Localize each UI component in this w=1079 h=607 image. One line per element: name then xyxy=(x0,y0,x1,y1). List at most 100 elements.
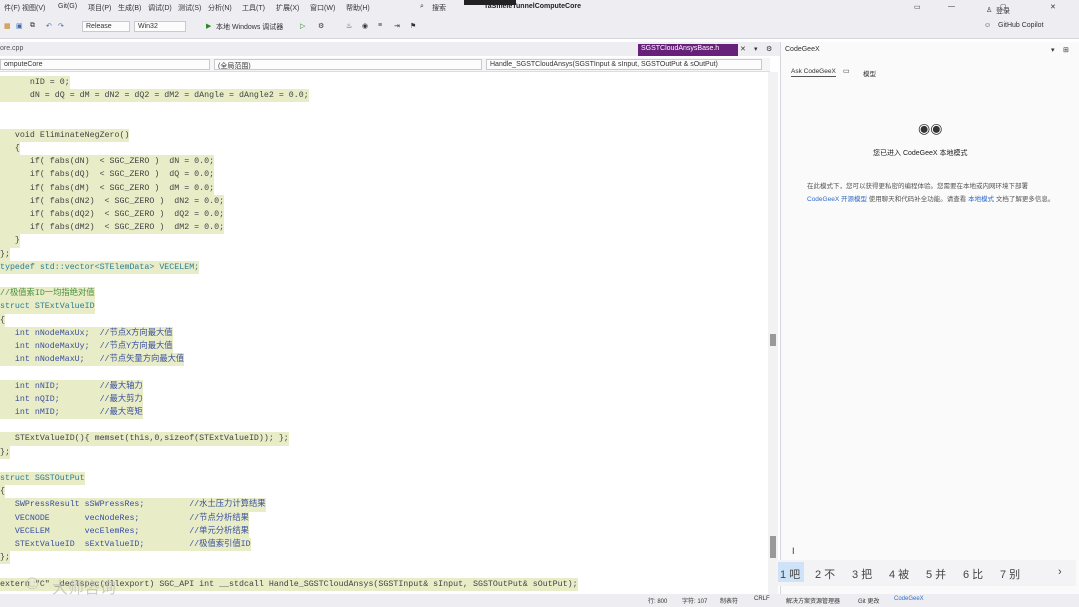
ime-candidate-1[interactable]: 1 吧 xyxy=(780,566,800,582)
description-text-1: 在此模式下，您可以获得更私密的编程体验。您需要在本地或内网环境下部署 xyxy=(807,183,1028,190)
tab-active[interactable]: SGSTCloudAnsysBase.h xyxy=(638,44,738,56)
code-line: }; xyxy=(0,247,10,261)
code-line: void EliminateNegZero() xyxy=(0,128,130,142)
code-line: STExtValueID(){ memset(this,0,sizeof(STE… xyxy=(0,432,289,446)
ime-candidate-6[interactable]: 6 比 xyxy=(963,566,983,582)
menu-debug[interactable]: 调试(D) xyxy=(148,3,172,13)
panel-menu-icon[interactable]: ▾ xyxy=(1051,46,1055,54)
window-ctrl-icon[interactable]: ▭ xyxy=(914,3,921,11)
codegeex-tab[interactable]: CodeGeeX xyxy=(894,596,924,602)
run-button[interactable]: 本地 Windows 调试器 xyxy=(216,22,283,32)
menu-file[interactable]: 件(F) xyxy=(4,3,20,13)
search-icon[interactable]: ⌕ xyxy=(420,3,424,11)
scroll-thumb[interactable] xyxy=(770,536,776,558)
code-line: int nMID; //最大弯矩 xyxy=(0,406,143,420)
config-select[interactable]: Release xyxy=(82,21,130,32)
code-line: VECNODE vecNodeRes; //节点分析结果 xyxy=(0,511,249,525)
ime-candidate-2[interactable]: 2 不 xyxy=(815,566,835,582)
login-button[interactable]: 登录 xyxy=(996,6,1010,16)
menu-tools[interactable]: 工具(T) xyxy=(242,3,265,13)
code-line: struct STExtValueID xyxy=(0,300,95,314)
save-all-icon[interactable]: ⧉ xyxy=(30,22,35,30)
ime-next-icon[interactable]: › xyxy=(1058,566,1062,578)
tool-icon[interactable]: ⚙ xyxy=(318,22,324,30)
local-mode-heading: 您已进入 CodeGeeX 本地模式 xyxy=(873,150,968,157)
user-icon[interactable]: ♙ xyxy=(986,6,992,14)
minimize-icon[interactable]: — xyxy=(948,3,955,10)
pin-icon[interactable]: ⊞ xyxy=(1063,46,1069,54)
ime-candidate-5[interactable]: 5 并 xyxy=(926,566,946,582)
code-line: typedef std::vector<STElemData> VECELEM; xyxy=(0,260,200,274)
play-icon[interactable]: ▶ xyxy=(206,22,211,30)
status-bar-right: 解决方案资源管理器 Git 更改 CodeGeeX xyxy=(780,594,1079,607)
tab-active-label: SGSTCloudAnsysBase.h xyxy=(641,45,720,52)
tab-ore-cpp[interactable]: ore.cpp xyxy=(0,45,23,52)
menu-help[interactable]: 帮助(H) xyxy=(346,3,370,13)
menu-test[interactable]: 测试(S) xyxy=(178,3,201,13)
new-chat-icon[interactable]: ▭ xyxy=(843,67,850,75)
status-eol[interactable]: CRLF xyxy=(754,596,770,602)
run-nodebug-icon[interactable]: ▷ xyxy=(300,22,305,30)
watermark: 大师咨询 xyxy=(52,580,117,597)
menu-analyze[interactable]: 分析(N) xyxy=(208,3,232,13)
ime-candidate-3[interactable]: 3 把 xyxy=(852,566,872,582)
toolbar: ▦ ▣ ⧉ ↶ ↷ Release Win32 ▶ 本地 Windows 调试器… xyxy=(0,7,1079,39)
folder-icon[interactable]: ▦ xyxy=(4,22,11,30)
git-changes-tab[interactable]: Git 更改 xyxy=(858,596,879,605)
document-tabs: ore.cpp SGSTCloudAnsysBase.h ✕ ▾ ⚙ xyxy=(0,42,780,56)
menu-git[interactable]: Git(G) xyxy=(58,3,77,10)
local-mode-link[interactable]: 本地模式 xyxy=(968,196,994,203)
undo-icon[interactable]: ↶ xyxy=(46,22,52,30)
menu-build[interactable]: 生成(B) xyxy=(118,3,141,13)
close-icon[interactable]: ✕ xyxy=(1050,3,1056,11)
tab-ask-codegeex[interactable]: Ask CodeGeeX xyxy=(791,68,836,77)
code-editor[interactable]: nID = 0; dN = dQ = dM = dN2 = dQ2 = dM2 … xyxy=(0,72,768,594)
menu-view[interactable]: 视图(V) xyxy=(22,3,45,13)
code-line: int nNodeMaxUx; //节点X方向最大值 xyxy=(0,326,173,340)
code-line: }; xyxy=(0,551,10,565)
flame-icon[interactable]: ♨ xyxy=(346,22,352,30)
redo-icon[interactable]: ↷ xyxy=(58,22,64,30)
code-line: dN = dQ = dM = dN2 = dQ2 = dM2 = dAngle … xyxy=(0,89,309,103)
comment-icon[interactable]: ≡ xyxy=(378,22,382,29)
gear-icon[interactable]: ⚙ xyxy=(766,45,772,53)
solution-explorer-tab[interactable]: 解决方案资源管理器 xyxy=(786,596,840,605)
member-dropdown[interactable]: Handle_SGSTCloudAnsys(SGSTInput & sInput… xyxy=(486,59,762,70)
copilot-button[interactable]: GitHub Copilot xyxy=(998,22,1044,29)
code-line: { xyxy=(0,142,20,156)
codegeex-logo-icon: ◉◉ xyxy=(918,120,943,136)
status-char[interactable]: 字符: 107 xyxy=(682,596,707,605)
code-line: SWPressResult sSWPressRes; //水土压力计算结果 xyxy=(0,498,266,512)
tab-close-icon[interactable]: ✕ xyxy=(740,45,746,53)
tab-model[interactable]: 模型 xyxy=(863,68,876,78)
code-line: //极值索ID一均指绝对值 xyxy=(0,287,95,301)
status-line[interactable]: 行: 800 xyxy=(648,596,667,605)
code-line: VECELEM vecElemRes; //单元分析结果 xyxy=(0,524,249,538)
code-line: if( fabs(dM2) < SGC_ZERO ) dM2 = 0.0; xyxy=(0,221,225,235)
open-source-model-link[interactable]: CodeGeeX 开源模型 xyxy=(807,196,867,203)
save-icon[interactable]: ▣ xyxy=(16,22,23,30)
tab-list-icon[interactable]: ▾ xyxy=(754,45,758,53)
status-bar: 行: 800 字符: 107 制表符 CRLF xyxy=(0,594,780,607)
code-line: int nNodeMaxU; //节点矢量方向最大值 xyxy=(0,353,185,367)
scope-dropdown[interactable]: (全局范围) xyxy=(214,59,482,70)
code-line: if( fabs(dM) < SGC_ZERO ) dM = 0.0; xyxy=(0,181,215,195)
ime-candidate-4[interactable]: 4 被 xyxy=(889,566,909,582)
platform-select[interactable]: Win32 xyxy=(134,21,186,32)
breakpoint-icon[interactable]: ◉ xyxy=(362,22,368,30)
project-dropdown[interactable]: omputeCore xyxy=(0,59,210,70)
code-line: struct SGSTOutPut xyxy=(0,472,85,486)
menu-window[interactable]: 窗口(W) xyxy=(310,3,335,13)
indent-icon[interactable]: ⇥ xyxy=(394,22,400,30)
search-box[interactable]: 搜索 xyxy=(432,3,446,13)
code-line: if( fabs(dN2) < SGC_ZERO ) dN2 = 0.0; xyxy=(0,194,225,208)
window-title: TaSmeleTunnelComputeCore xyxy=(484,3,581,10)
menu-extensions[interactable]: 扩展(X) xyxy=(276,3,299,13)
bookmark-icon[interactable]: ⚑ xyxy=(410,22,416,30)
ime-candidate-7[interactable]: 7 别 xyxy=(1000,566,1020,582)
scroll-marker xyxy=(770,334,776,346)
status-tabs[interactable]: 制表符 xyxy=(720,596,738,605)
code-line: int nNID; //最大轴力 xyxy=(0,379,143,393)
editor-scrollbar[interactable] xyxy=(768,72,778,594)
menu-project[interactable]: 项目(P) xyxy=(88,3,111,13)
